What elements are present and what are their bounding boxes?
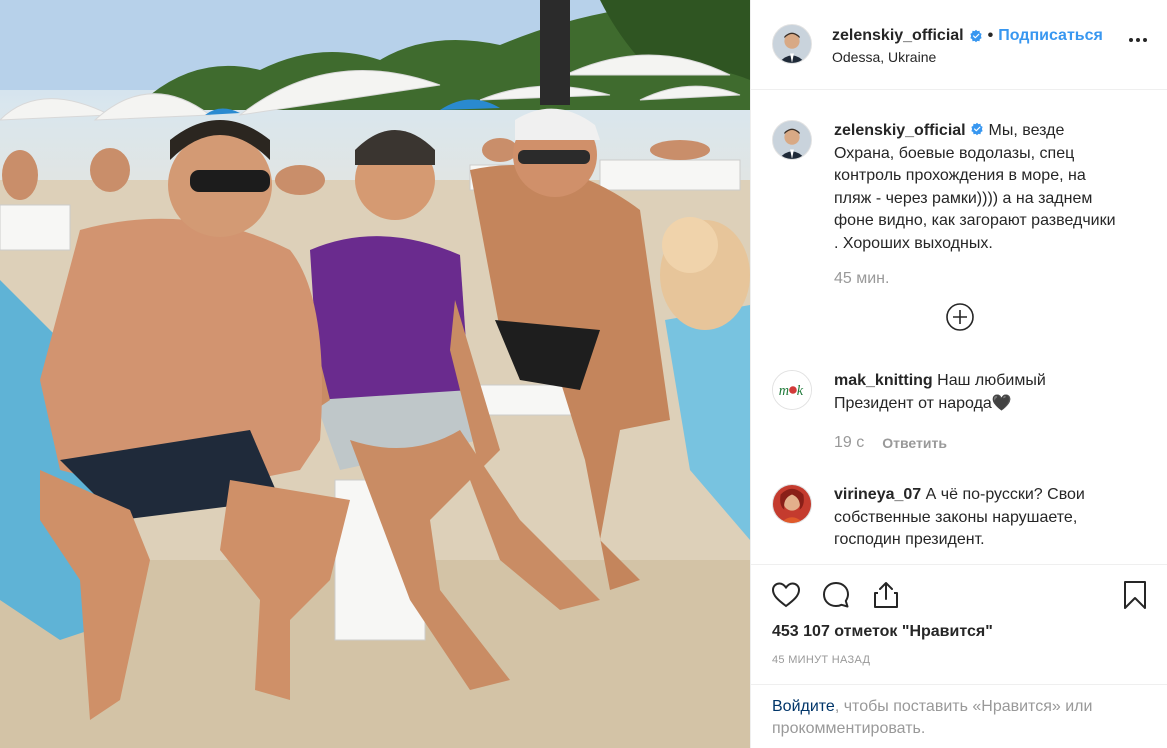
- beach-photo-illustration: [0, 0, 750, 748]
- login-link[interactable]: Войдите: [772, 698, 835, 715]
- post-photo[interactable]: [0, 0, 750, 748]
- dot: [1136, 38, 1140, 42]
- comment-meta: 19 с Ответить: [834, 434, 947, 452]
- post-author-username[interactable]: zelenskiy_official: [832, 27, 964, 45]
- caption-meta: 45 мин.: [834, 270, 889, 288]
- reply-button[interactable]: Ответить: [882, 435, 947, 451]
- profile-picture: [773, 121, 811, 159]
- login-prompt: Войдите, чтобы поставить «Нравится» или …: [751, 684, 1167, 748]
- share-icon[interactable]: [870, 579, 902, 611]
- post-actions: 453 107 отметок "Нравится" 45 МИНУТ НАЗА…: [751, 564, 1167, 684]
- avatar[interactable]: [772, 24, 812, 64]
- comments-section[interactable]: zelenskiy_official Мы, везде Охрана, бое…: [751, 91, 1167, 564]
- profile-picture: m k: [773, 371, 811, 409]
- post-location[interactable]: Odessa, Ukraine: [832, 49, 936, 65]
- profile-picture: [773, 25, 811, 63]
- verified-badge-icon: [971, 122, 983, 136]
- post-author-row: zelenskiy_official • Подписаться: [832, 27, 1103, 45]
- caption-text-block: zelenskiy_official Мы, везде Охрана, бое…: [834, 120, 1124, 255]
- avatar[interactable]: [772, 120, 812, 160]
- avatar[interactable]: m k: [772, 370, 812, 410]
- caption-time[interactable]: 45 мин.: [834, 270, 889, 288]
- comment-time[interactable]: 19 с: [834, 434, 864, 452]
- post-header: zelenskiy_official • Подписаться Odessa,…: [751, 0, 1167, 90]
- svg-text:k: k: [797, 383, 804, 399]
- post-sidebar: zelenskiy_official • Подписаться Odessa,…: [750, 0, 1167, 748]
- more-options-icon[interactable]: [1129, 38, 1147, 42]
- post-timestamp[interactable]: 45 МИНУТ НАЗАД: [772, 654, 870, 666]
- dot: [1129, 38, 1133, 42]
- comment-icon[interactable]: [820, 579, 852, 611]
- caption-text: Мы, везде Охрана, боевые водолазы, спец …: [834, 122, 1116, 252]
- profile-picture: [773, 485, 811, 523]
- follow-button[interactable]: Подписаться: [998, 27, 1103, 45]
- svg-text:m: m: [779, 383, 789, 399]
- dot: [1143, 38, 1147, 42]
- comment-text-block: mak_knitting Наш любимый Президент от на…: [834, 370, 1124, 415]
- comment-username[interactable]: mak_knitting: [834, 372, 933, 389]
- avatar[interactable]: [772, 484, 812, 524]
- comment-text-block: virineya_07 А чё по-русски? Свои собстве…: [834, 484, 1124, 552]
- verified-badge-icon: [970, 29, 982, 43]
- comment-username[interactable]: virineya_07: [834, 486, 921, 503]
- heart-icon[interactable]: [770, 579, 802, 611]
- like-count[interactable]: 453 107 отметок "Нравится": [772, 623, 993, 641]
- separator-dot: •: [987, 27, 994, 44]
- plus-circle-icon[interactable]: [945, 302, 975, 332]
- caption-username[interactable]: zelenskiy_official: [834, 122, 966, 139]
- bookmark-icon[interactable]: [1119, 579, 1151, 611]
